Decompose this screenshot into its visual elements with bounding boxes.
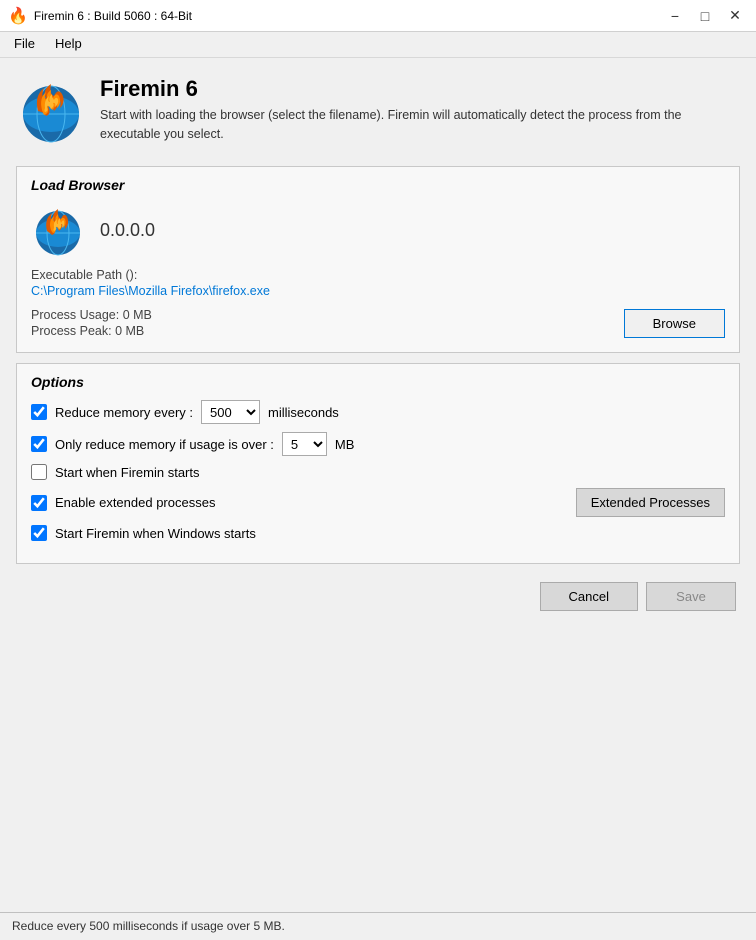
cancel-button[interactable]: Cancel	[540, 582, 638, 611]
reduce-memory-row: Reduce memory every : 500 250 750 1000 2…	[31, 400, 725, 424]
load-browser-title: Load Browser	[31, 177, 725, 193]
reduce-memory-select[interactable]: 500 250 750 1000 2000	[201, 400, 260, 424]
title-bar-left: 🔥 Firemin 6 : Build 5060 : 64-Bit	[8, 6, 192, 26]
app-logo	[16, 76, 86, 146]
usage-browse-row: Process Usage: 0 MB Process Peak: 0 MB B…	[31, 308, 725, 338]
exe-path-label: Executable Path ():	[31, 268, 725, 282]
browser-info: 0.0.0.0	[31, 203, 725, 258]
exe-path-link[interactable]: C:\Program Files\Mozilla Firefox\firefox…	[31, 284, 725, 298]
load-browser-section: Load Browser 0.0.0.0 Executable Path ():…	[16, 166, 740, 353]
extended-processes-button[interactable]: Extended Processes	[576, 488, 725, 517]
bottom-buttons: Cancel Save	[16, 574, 740, 615]
only-reduce-select[interactable]: 5 1 2 10 20 50	[282, 432, 327, 456]
only-reduce-label[interactable]: Only reduce memory if usage is over :	[55, 437, 274, 452]
main-content: Firemin 6 Start with loading the browser…	[0, 58, 756, 912]
title-bar-controls: − □ ✕	[662, 5, 748, 27]
browse-button[interactable]: Browse	[624, 309, 725, 338]
menu-file[interactable]: File	[4, 34, 45, 55]
reduce-memory-checkbox[interactable]	[31, 404, 47, 420]
reduce-memory-label[interactable]: Reduce memory every :	[55, 405, 193, 420]
menu-help[interactable]: Help	[45, 34, 92, 55]
only-reduce-row: Only reduce memory if usage is over : 5 …	[31, 432, 725, 456]
process-usage-label: Process Usage:	[31, 308, 123, 322]
milliseconds-label: milliseconds	[268, 405, 339, 420]
usage-info: Process Usage: 0 MB Process Peak: 0 MB	[31, 308, 152, 338]
app-description: Start with loading the browser (select t…	[100, 106, 740, 144]
process-peak-row: Process Peak: 0 MB	[31, 324, 144, 338]
process-peak-value: 0 MB	[115, 324, 144, 338]
start-firemin-row: Start when Firemin starts	[31, 464, 725, 480]
app-title: Firemin 6	[100, 76, 740, 102]
status-text: Reduce every 500 milliseconds if usage o…	[12, 919, 285, 933]
browser-version: 0.0.0.0	[100, 220, 155, 241]
close-button[interactable]: ✕	[722, 5, 748, 27]
only-reduce-checkbox[interactable]	[31, 436, 47, 452]
save-button: Save	[646, 582, 736, 611]
browser-logo	[31, 203, 86, 258]
extended-processes-row: Enable extended processes Extended Proce…	[31, 488, 725, 517]
start-firemin-label[interactable]: Start when Firemin starts	[55, 465, 200, 480]
windows-starts-row: Start Firemin when Windows starts	[31, 525, 725, 541]
windows-starts-checkbox[interactable]	[31, 525, 47, 541]
status-bar: Reduce every 500 milliseconds if usage o…	[0, 912, 756, 940]
extended-processes-label[interactable]: Enable extended processes	[55, 495, 215, 510]
title-bar: 🔥 Firemin 6 : Build 5060 : 64-Bit − □ ✕	[0, 0, 756, 32]
minimize-button[interactable]: −	[662, 5, 688, 27]
app-info: Firemin 6 Start with loading the browser…	[100, 76, 740, 144]
process-usage-value: 0 MB	[123, 308, 152, 322]
windows-starts-label[interactable]: Start Firemin when Windows starts	[55, 526, 256, 541]
app-header: Firemin 6 Start with loading the browser…	[16, 70, 740, 156]
process-peak-label: Process Peak:	[31, 324, 115, 338]
menu-bar: File Help	[0, 32, 756, 58]
process-usage-row: Process Usage: 0 MB	[31, 308, 152, 322]
app-icon: 🔥	[8, 6, 28, 26]
mb-label: MB	[335, 437, 355, 452]
start-firemin-checkbox[interactable]	[31, 464, 47, 480]
title-bar-text: Firemin 6 : Build 5060 : 64-Bit	[34, 9, 192, 23]
options-title: Options	[31, 374, 725, 390]
extended-processes-checkbox[interactable]	[31, 495, 47, 511]
maximize-button[interactable]: □	[692, 5, 718, 27]
options-section: Options Reduce memory every : 500 250 75…	[16, 363, 740, 564]
